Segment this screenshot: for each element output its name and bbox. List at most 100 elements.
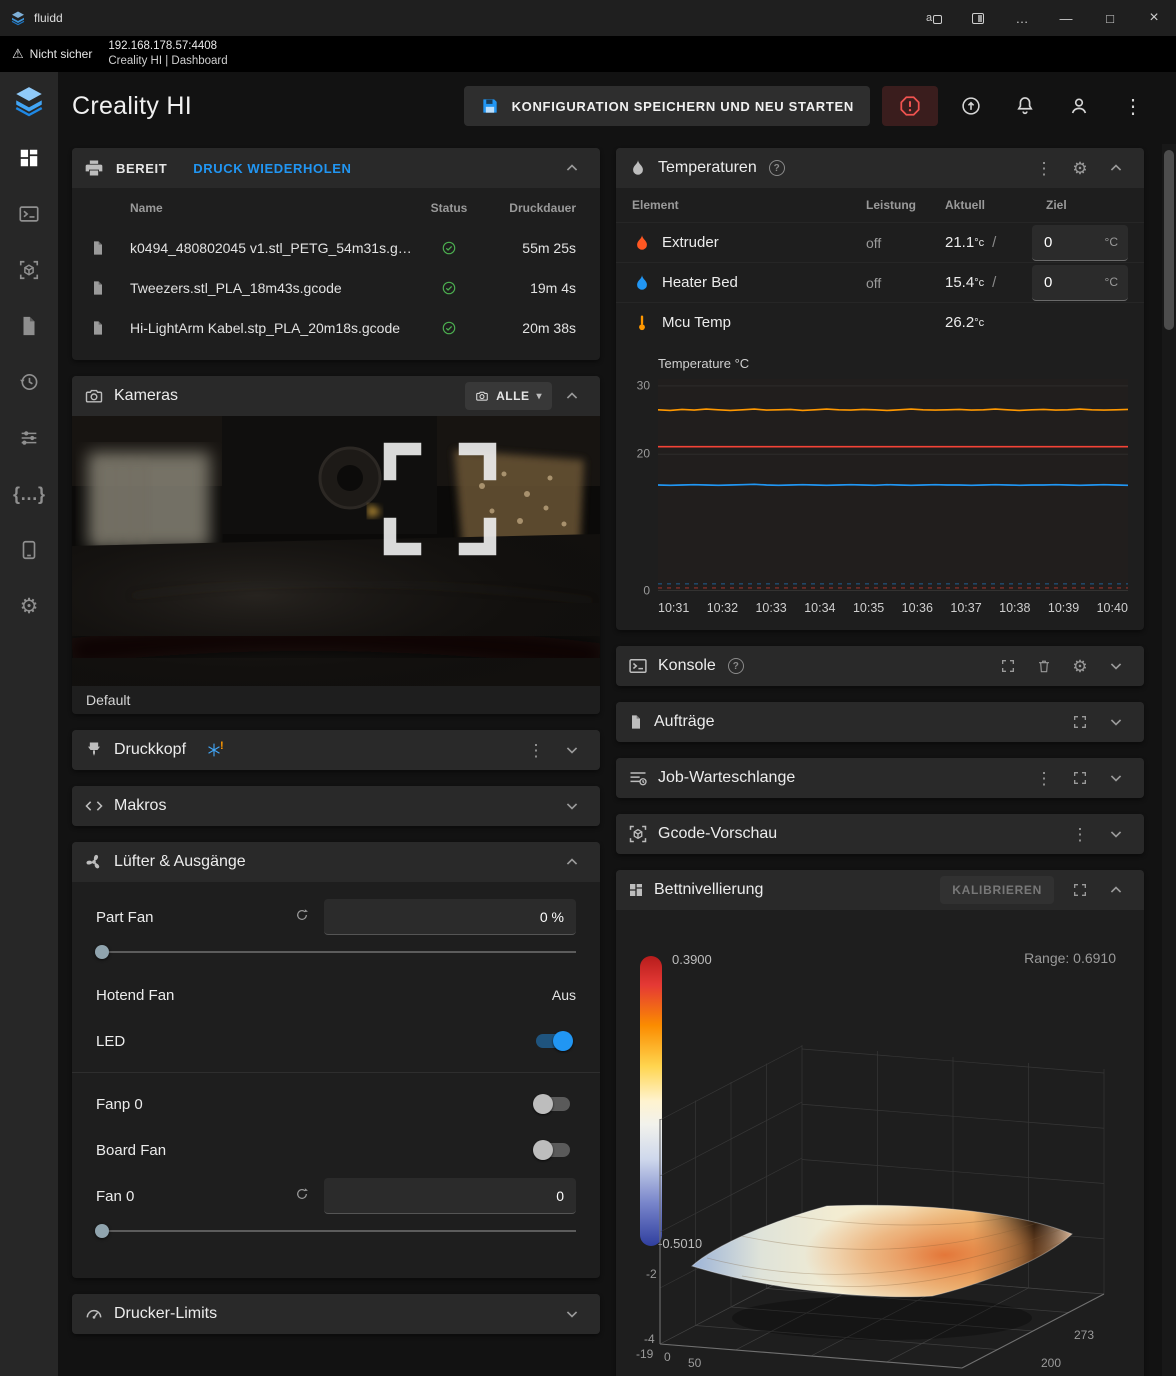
close-button[interactable]: × bbox=[1132, 0, 1176, 36]
save-config-restart-button[interactable]: KONFIGURATION SPEICHERN UND NEU STARTEN bbox=[464, 86, 870, 126]
sidebar-item-configuration[interactable]: {…} bbox=[0, 466, 58, 522]
window-titlebar: fluidd a … — □ × bbox=[0, 0, 1176, 36]
app-menu-button[interactable]: ⋮ bbox=[1112, 85, 1154, 127]
console-clear-button[interactable] bbox=[1028, 650, 1060, 682]
upload-and-print-button[interactable] bbox=[950, 85, 992, 127]
emergency-stop-button[interactable] bbox=[882, 86, 938, 126]
temperatures-settings-button[interactable]: ⚙ bbox=[1064, 152, 1096, 184]
dashboard-icon bbox=[18, 147, 40, 169]
mesh-z-tick: -2 bbox=[646, 1267, 657, 1281]
help-icon[interactable]: ? bbox=[769, 160, 785, 176]
browser-infobar: ⚠ Nicht sicher 192.168.178.57:4408 Creal… bbox=[0, 36, 1176, 72]
fanp0-toggle[interactable] bbox=[536, 1097, 570, 1111]
minimize-button[interactable]: — bbox=[1044, 0, 1088, 36]
part-fan-reset-button[interactable] bbox=[294, 907, 310, 928]
toolhead-collapse-button[interactable] bbox=[556, 734, 588, 766]
macros-card: Makros bbox=[72, 786, 600, 826]
fluidd-logo[interactable] bbox=[0, 72, 58, 130]
part-fan-input[interactable]: 0 % bbox=[324, 899, 576, 935]
chart-title: Temperature °C bbox=[658, 356, 1128, 371]
extruder-target-input[interactable]: 0°C bbox=[1032, 225, 1128, 261]
help-icon[interactable]: ? bbox=[728, 658, 744, 674]
macros-collapse-button[interactable] bbox=[556, 790, 588, 822]
tune-icon bbox=[18, 427, 40, 449]
bed-mesh-card: Bettnivellierung KALIBRIEREN Range: 0.69… bbox=[616, 870, 1144, 1376]
calibrate-button[interactable]: KALIBRIEREN bbox=[940, 876, 1054, 904]
fan0-input[interactable]: 0 bbox=[324, 1178, 576, 1214]
split-window-button[interactable] bbox=[956, 0, 1000, 36]
page-title-text: Creality HI | Dashboard bbox=[108, 54, 227, 69]
bed-mesh-plot-area[interactable]: Range: 0.6910 0.3900 -0.5010 bbox=[616, 910, 1144, 1376]
limits-collapse-button[interactable] bbox=[556, 1298, 588, 1330]
console-expand-button[interactable] bbox=[992, 650, 1024, 682]
user-button[interactable] bbox=[1058, 85, 1100, 127]
device-icon bbox=[18, 539, 40, 561]
led-toggle[interactable] bbox=[536, 1034, 570, 1048]
sidebar-item-tune[interactable] bbox=[0, 410, 58, 466]
gcode-preview-menu-button[interactable]: ⋮ bbox=[1064, 818, 1096, 850]
job-queue-menu-button[interactable]: ⋮ bbox=[1028, 762, 1060, 794]
sidebar-item-console[interactable] bbox=[0, 186, 58, 242]
outputs-collapse-button[interactable] bbox=[556, 846, 588, 878]
page-scrollbar[interactable] bbox=[1162, 144, 1176, 1376]
temperatures-collapse-button[interactable] bbox=[1100, 152, 1132, 184]
security-warning[interactable]: ⚠ Nicht sicher bbox=[12, 46, 92, 62]
left-column: BEREIT DRUCK WIEDERHOLEN Name Status Dru… bbox=[72, 148, 600, 1334]
maximize-button[interactable]: □ bbox=[1088, 0, 1132, 36]
mesh-3d-plot[interactable] bbox=[632, 966, 1126, 1376]
right-column: Temperaturen ? ⋮ ⚙ Element Leistung Aktu… bbox=[616, 148, 1144, 1376]
sidebar-item-gcode-preview[interactable] bbox=[0, 242, 58, 298]
dashboard-content: BEREIT DRUCK WIEDERHOLEN Name Status Dru… bbox=[58, 140, 1176, 1376]
jobs-collapse-button[interactable] bbox=[1100, 706, 1132, 738]
job-queue-expand-button[interactable] bbox=[1064, 762, 1096, 794]
mesh-x-tick: 50 bbox=[688, 1356, 701, 1370]
sidebar-item-history[interactable] bbox=[0, 354, 58, 410]
file-row[interactable]: k0494_480802045 v1.stl_PETG_54m31s.gcode… bbox=[72, 228, 600, 268]
sidebar-item-dashboard[interactable] bbox=[0, 130, 58, 186]
temperature-chart-area[interactable]: 30200 bbox=[658, 379, 1128, 591]
url-text: 192.168.178.57:4408 bbox=[108, 39, 227, 54]
fan0-slider[interactable] bbox=[96, 1221, 576, 1241]
fan0-reset-button[interactable] bbox=[294, 1186, 310, 1207]
divider bbox=[72, 1072, 600, 1073]
status-collapse-button[interactable] bbox=[556, 152, 588, 184]
fanp0-label: Fanp 0 bbox=[96, 1096, 143, 1113]
file-icon bbox=[628, 714, 644, 730]
jobs-icon bbox=[18, 315, 40, 337]
temperatures-menu-button[interactable]: ⋮ bbox=[1028, 152, 1060, 184]
fullscreen-icon[interactable] bbox=[290, 424, 590, 574]
temperature-table-header: Element Leistung Aktuell Ziel bbox=[616, 188, 1144, 222]
mesh-z-tick-partial: -19 bbox=[636, 1347, 653, 1361]
temperature-row-heater-bed: Heater Bed off 15.4°c/ 0°C bbox=[616, 262, 1144, 302]
flame-icon bbox=[628, 158, 648, 178]
console-settings-button[interactable]: ⚙ bbox=[1064, 650, 1096, 682]
window-menu-button[interactable]: … bbox=[1000, 0, 1044, 36]
job-queue-collapse-button[interactable] bbox=[1100, 762, 1132, 794]
sidebar-item-settings[interactable]: ⚙ bbox=[0, 578, 58, 634]
toolhead-card: Druckkopf ! ⋮ bbox=[72, 730, 600, 770]
temperature-chart-ylabels: 30200 bbox=[632, 379, 654, 591]
cameras-collapse-button[interactable] bbox=[556, 380, 588, 412]
jobs-expand-button[interactable] bbox=[1064, 706, 1096, 738]
scrollbar-thumb[interactable] bbox=[1164, 150, 1174, 330]
temperature-row-extruder: Extruder off 21.1°c/ 0°C bbox=[616, 222, 1144, 262]
bed-mesh-expand-button[interactable] bbox=[1064, 874, 1096, 906]
bed-mesh-collapse-button[interactable] bbox=[1100, 874, 1132, 906]
part-fan-slider[interactable] bbox=[96, 942, 576, 962]
gcode-preview-collapse-button[interactable] bbox=[1100, 818, 1132, 850]
board-fan-toggle[interactable] bbox=[536, 1143, 570, 1157]
kebab-icon: ⋮ bbox=[1123, 94, 1143, 119]
file-row[interactable]: Tweezers.stl_PLA_18m43s.gcode 19m 4s bbox=[72, 268, 600, 308]
heater-bed-target-input[interactable]: 0°C bbox=[1032, 265, 1128, 301]
camera-source-button[interactable]: ALLE ▾ bbox=[465, 382, 552, 410]
toolhead-menu-button[interactable]: ⋮ bbox=[520, 734, 552, 766]
sidebar-item-jobs[interactable] bbox=[0, 298, 58, 354]
reprint-button[interactable]: DRUCK WIEDERHOLEN bbox=[193, 161, 351, 176]
file-row[interactable]: Hi-LightArm Kabel.stp_PLA_20m18s.gcode 2… bbox=[72, 308, 600, 348]
console-collapse-button[interactable] bbox=[1100, 650, 1132, 682]
translate-button[interactable]: a bbox=[912, 0, 956, 36]
file-status-ok-icon bbox=[414, 320, 484, 336]
sidebar-item-system[interactable] bbox=[0, 522, 58, 578]
temperature-chart-plot bbox=[658, 379, 1128, 591]
notifications-button[interactable] bbox=[1004, 85, 1046, 127]
